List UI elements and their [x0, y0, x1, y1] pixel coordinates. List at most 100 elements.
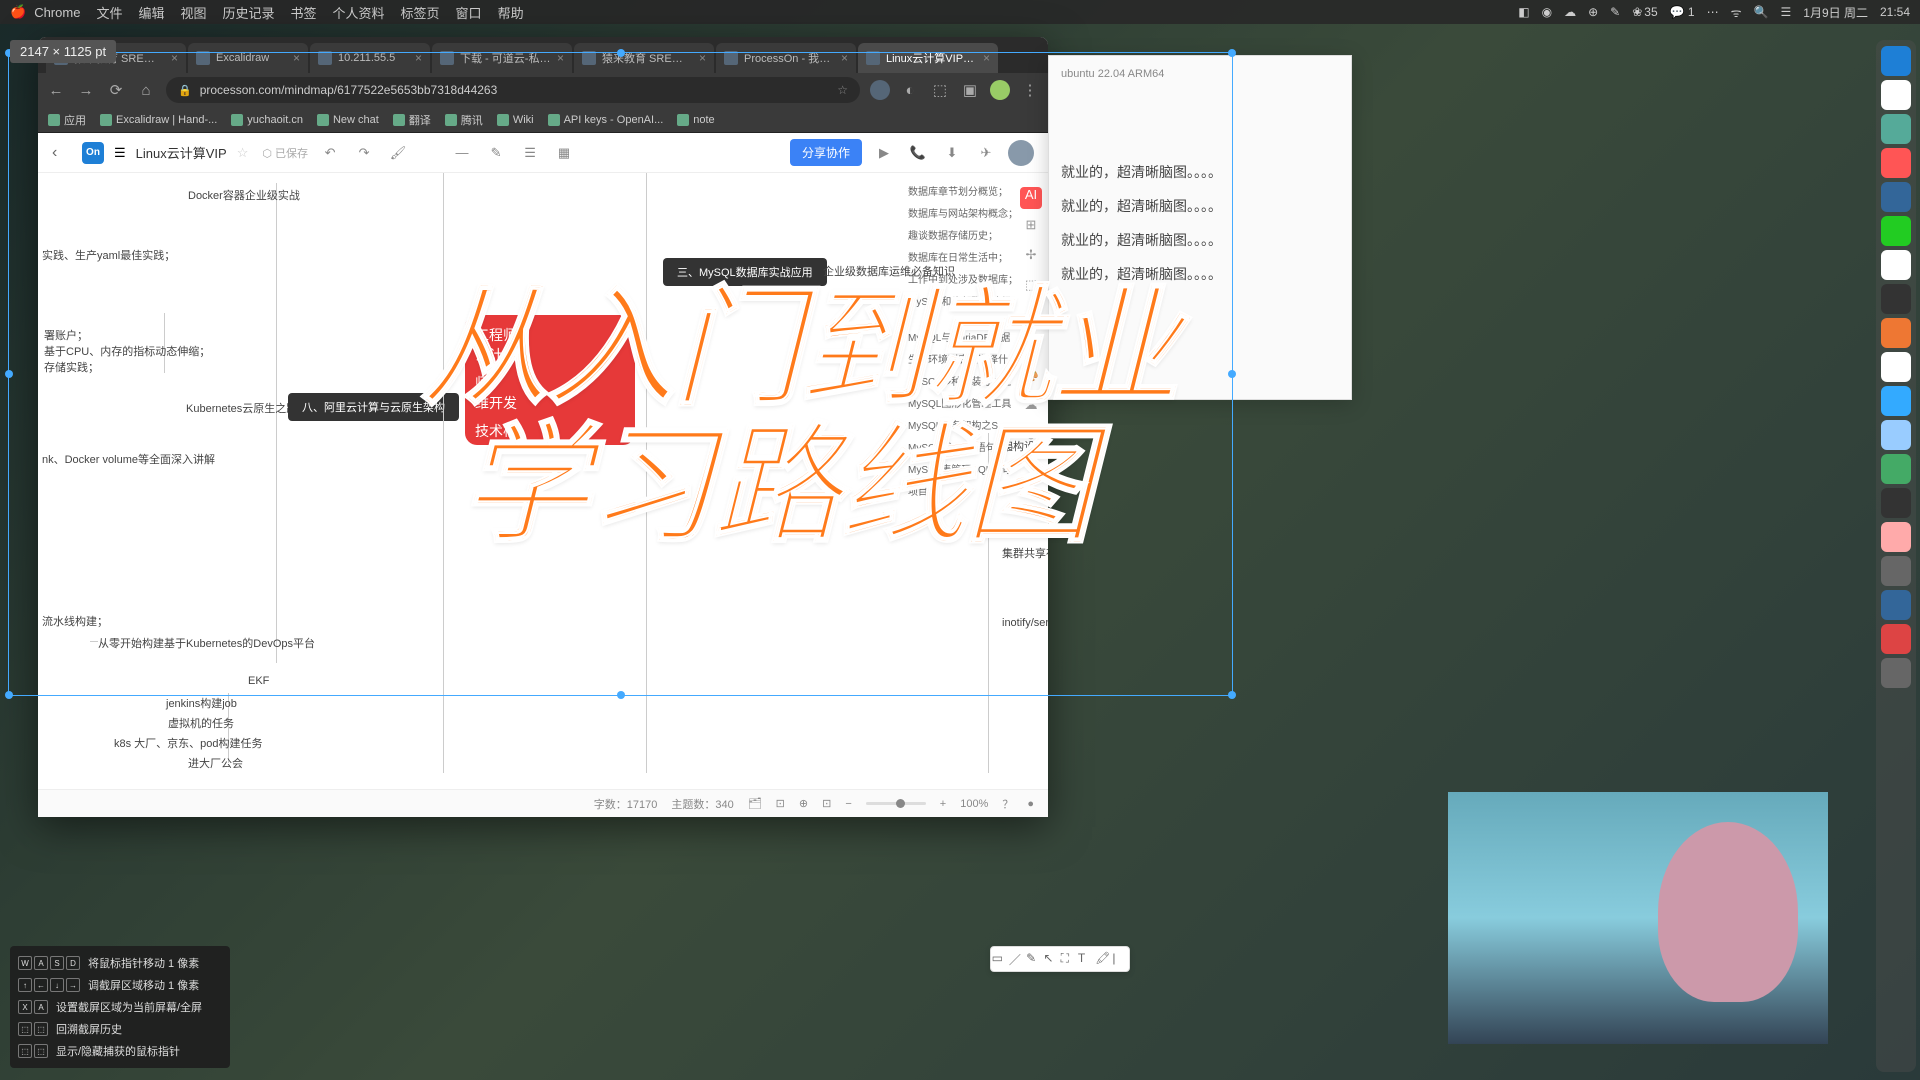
- mindmap-node[interactable]: 集群共享存储: [1002, 545, 1048, 561]
- bookmark-item[interactable]: API keys - OpenAI...: [548, 114, 664, 126]
- tab[interactable]: Excalidraw×: [188, 43, 308, 73]
- ai-icon[interactable]: AI: [1020, 187, 1042, 209]
- mindmap-node-box[interactable]: 八、阿里云计算与云原生架构: [288, 393, 459, 421]
- menu-edit[interactable]: 编辑: [138, 3, 164, 22]
- back-button[interactable]: ←: [46, 80, 66, 100]
- sb-icon[interactable]: ⊡: [776, 797, 785, 810]
- profile-icon[interactable]: [870, 80, 890, 100]
- mindmap-node[interactable]: 从零开始构建基于Kubernetes的DevOps平台: [98, 635, 315, 651]
- wifi-icon[interactable]: ᯤ: [1731, 4, 1742, 21]
- dock-app[interactable]: [1881, 250, 1911, 280]
- dock-app[interactable]: [1881, 216, 1911, 246]
- menu-view[interactable]: 视图: [180, 3, 206, 22]
- dock-app[interactable]: [1881, 488, 1911, 518]
- avatar[interactable]: [1008, 140, 1034, 166]
- mindmap-node[interactable]: EKF: [248, 675, 269, 687]
- download-icon[interactable]: ⬇: [940, 141, 964, 165]
- sb-icon[interactable]: ⊕: [799, 797, 808, 810]
- pen-icon[interactable]: ✎: [1026, 951, 1042, 967]
- mindmap-node[interactable]: nk、Docker volume等全面深入讲解: [42, 451, 215, 467]
- menu-window[interactable]: 窗口: [456, 3, 482, 22]
- tab[interactable]: 猿来教育 SRE训练营学习计...×: [574, 43, 714, 73]
- tab[interactable]: 10.211.55.5×: [310, 43, 430, 73]
- star-icon[interactable]: ☆: [237, 145, 249, 161]
- highlight-icon[interactable]: 🖍: [1095, 951, 1111, 967]
- tool-icon[interactable]: —: [450, 141, 474, 165]
- address-bar[interactable]: 🔒 processon.com/mindmap/6177522e5653bb73…: [166, 77, 860, 103]
- tool-icon[interactable]: ✢: [1020, 247, 1042, 269]
- mindmap-node[interactable]: Kubernetes云原生之路: [186, 400, 297, 416]
- send-icon[interactable]: ✈: [974, 141, 998, 165]
- menu-icon[interactable]: ⋮: [1020, 80, 1040, 100]
- mindmap-node[interactable]: 署账户； 基于CPU、内存的指标动态伸缩； 存储实践；: [44, 327, 210, 375]
- tool-icon[interactable]: ⬚: [1020, 277, 1042, 299]
- mindmap-node[interactable]: 流水线构建；: [42, 613, 108, 629]
- time-label[interactable]: 21:54: [1880, 5, 1910, 19]
- tool-icon[interactable]: ✎: [484, 141, 508, 165]
- tool-icon[interactable]: 🎨: [1020, 367, 1042, 389]
- mindmap-canvas[interactable]: Docker容器企业级实战 实践、生产yaml最佳实践； 署账户； 基于CPU、…: [38, 173, 1048, 789]
- app-name[interactable]: Chrome: [34, 5, 80, 20]
- tool-icon[interactable]: ☰: [518, 141, 542, 165]
- bookmark-item[interactable]: 腾讯: [445, 112, 483, 128]
- tool-icon[interactable]: ⊕: [1020, 427, 1042, 449]
- status-icon[interactable]: ◉: [1542, 5, 1552, 19]
- line-icon[interactable]: ／: [1009, 951, 1025, 967]
- status-icon[interactable]: ⊕: [1588, 5, 1598, 19]
- zoom-slider[interactable]: [866, 802, 926, 805]
- control-center-icon[interactable]: ☰: [1781, 5, 1792, 19]
- present-icon[interactable]: ▶: [872, 141, 896, 165]
- undo-icon[interactable]: ↶: [318, 141, 342, 165]
- status-icon[interactable]: ☁: [1564, 5, 1576, 19]
- mindmap-node[interactable]: 虚拟机的任务: [168, 715, 234, 731]
- forward-button[interactable]: →: [76, 80, 96, 100]
- dock-app[interactable]: [1881, 386, 1911, 416]
- dock-app[interactable]: [1881, 352, 1911, 382]
- reload-button[interactable]: ⟳: [106, 80, 126, 100]
- menu-file[interactable]: 文件: [96, 3, 122, 22]
- menu-help[interactable]: 帮助: [498, 3, 524, 22]
- status-icon[interactable]: ◧: [1518, 5, 1529, 19]
- status-icon[interactable]: ✎: [1610, 5, 1620, 19]
- mindmap-node[interactable]: inotify/sersync: [1002, 617, 1048, 629]
- bookmark-item[interactable]: Excalidraw | Hand-...: [100, 114, 217, 126]
- dock-app[interactable]: [1881, 522, 1911, 552]
- dock-app[interactable]: [1881, 420, 1911, 450]
- sb-icon[interactable]: 🗂: [748, 797, 762, 810]
- rect-icon[interactable]: ▭: [992, 951, 1008, 967]
- menu-tabs[interactable]: 标签页: [401, 3, 440, 22]
- dock-app[interactable]: [1881, 590, 1911, 620]
- processon-logo[interactable]: On: [82, 142, 104, 164]
- redo-icon[interactable]: ↷: [352, 141, 376, 165]
- mindmap-node-box[interactable]: 三、MySQL数据库实战应用: [663, 258, 827, 286]
- tool-icon[interactable]: ☁: [1020, 397, 1042, 419]
- zoom-in[interactable]: +: [940, 798, 946, 810]
- bookmark-item[interactable]: yuchaoit.cn: [231, 114, 303, 126]
- dock-app[interactable]: [1881, 454, 1911, 484]
- arrow-icon[interactable]: ↖: [1043, 951, 1059, 967]
- bookmark-item[interactable]: 翻译: [393, 112, 431, 128]
- bookmark-item[interactable]: 应用: [48, 112, 86, 128]
- text-icon[interactable]: T: [1078, 951, 1094, 967]
- sb-icon[interactable]: ●: [1027, 798, 1034, 810]
- mindmap-node[interactable]: 进大厂公会: [188, 755, 243, 771]
- mindmap-node[interactable]: 实践、生产yaml最佳实践；: [42, 247, 175, 263]
- ext-icon[interactable]: ⬚: [930, 80, 950, 100]
- dock-app[interactable]: [1881, 556, 1911, 586]
- call-icon[interactable]: 📞: [906, 141, 930, 165]
- dock-app[interactable]: [1881, 148, 1911, 178]
- dock-app[interactable]: [1881, 284, 1911, 314]
- bookmark-item[interactable]: New chat: [317, 114, 379, 126]
- document-title[interactable]: Linux云计算VIP: [136, 143, 227, 162]
- dock-app[interactable]: [1881, 114, 1911, 144]
- ext-icon[interactable]: [990, 80, 1010, 100]
- brush-icon[interactable]: 🖌: [386, 141, 410, 165]
- tool-icon[interactable]: ⊞: [1020, 217, 1042, 239]
- back-icon[interactable]: ‹: [52, 144, 72, 162]
- mindmap-node[interactable]: k8s 大厂、京东、pod构建任务: [114, 735, 263, 751]
- tab[interactable]: 下载 - 可道云-私有云存储&...×: [432, 43, 572, 73]
- dock-app[interactable]: [1881, 318, 1911, 348]
- dock-app[interactable]: [1881, 46, 1911, 76]
- dock-app[interactable]: [1881, 80, 1911, 110]
- status-icon[interactable]: ❀ 35: [1632, 5, 1657, 19]
